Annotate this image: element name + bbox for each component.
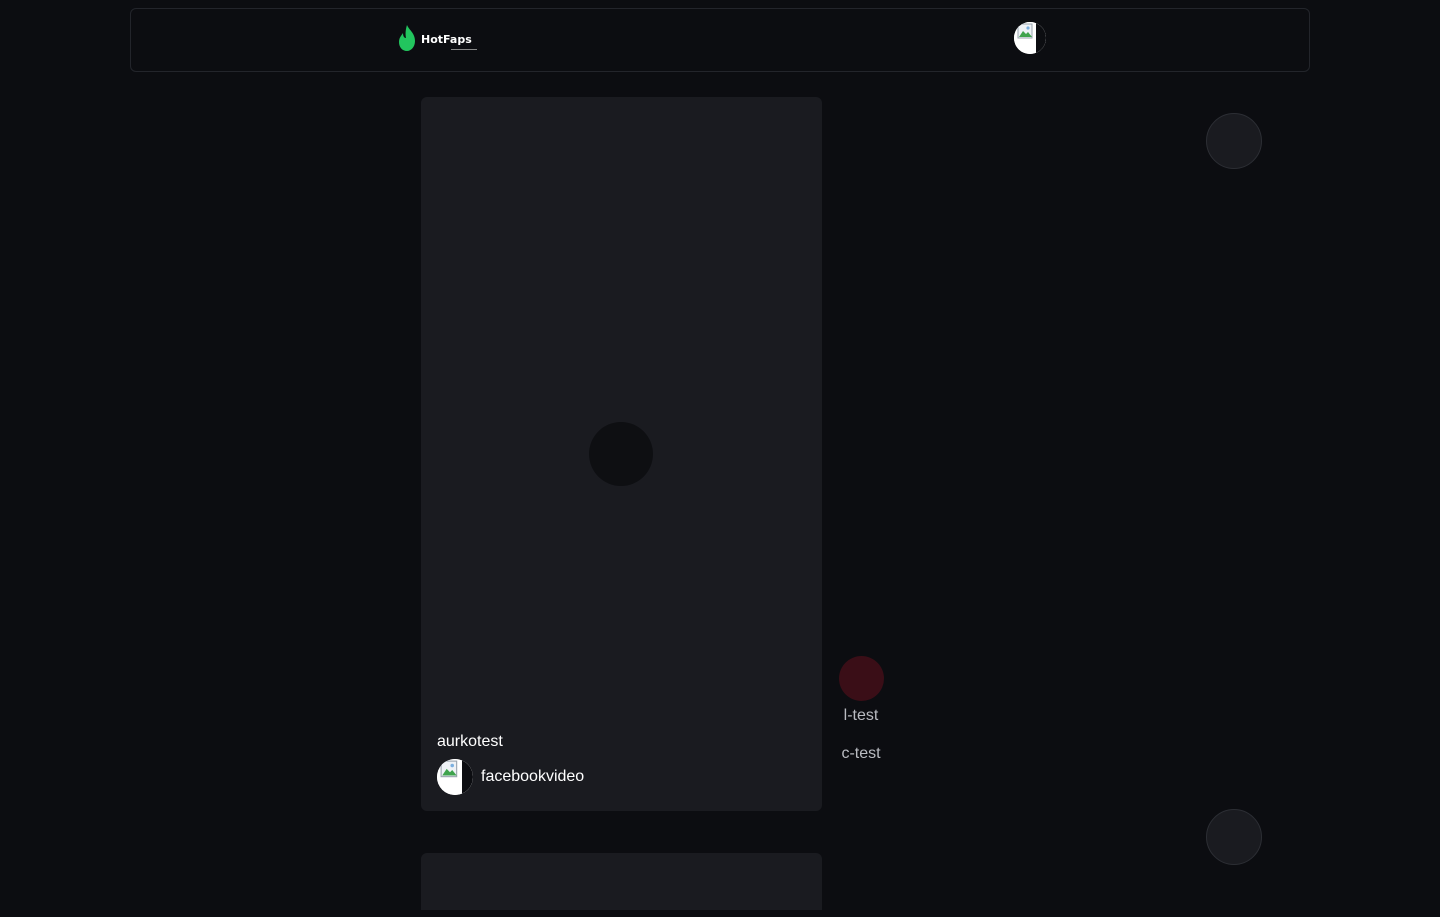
broken-image-icon [437, 759, 473, 795]
logo-text: HotFaps [421, 32, 477, 50]
author-name[interactable]: facebookvideo [481, 768, 584, 786]
flame-icon [399, 25, 415, 51]
play-icon[interactable] [589, 422, 653, 486]
like-action-label[interactable]: l-test [844, 707, 879, 725]
logo[interactable]: HotFaps [396, 24, 477, 52]
author-avatar[interactable] [437, 759, 473, 795]
chevron-down-icon[interactable] [1206, 809, 1262, 865]
broken-image-icon [1014, 22, 1046, 54]
chevron-up-icon[interactable] [1206, 113, 1262, 169]
heart-icon[interactable] [838, 656, 884, 701]
side-actions: l-test c-test [836, 656, 886, 763]
video-author[interactable]: facebookvideo [437, 759, 584, 795]
user-avatar[interactable] [1014, 22, 1046, 54]
video-title: aurkotest [437, 733, 503, 750]
top-navbar: HotFaps [130, 8, 1310, 72]
next-video-card[interactable] [421, 853, 822, 910]
comment-action-label[interactable]: c-test [841, 745, 880, 763]
video-card[interactable]: aurkotest facebookvideo [421, 97, 822, 811]
